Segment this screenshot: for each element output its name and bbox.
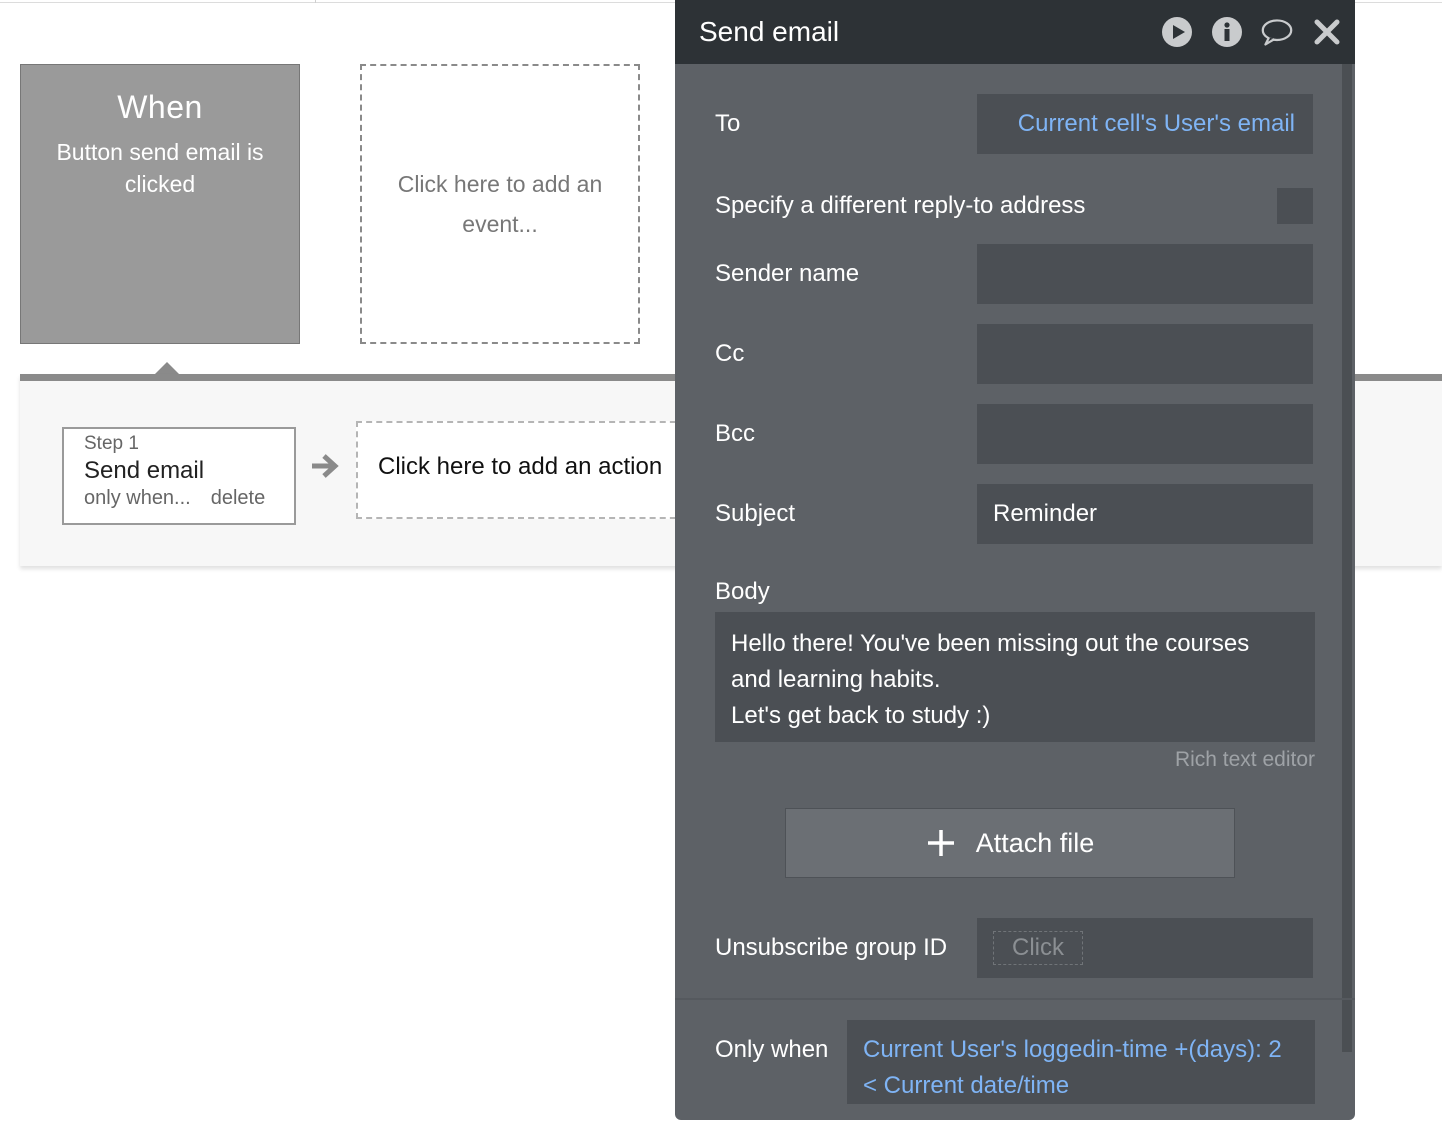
step-name: Send email (84, 457, 205, 484)
sender-name-label: Sender name (715, 260, 860, 287)
bcc-field[interactable] (977, 404, 1313, 464)
arrow-right-icon (312, 454, 339, 478)
add-event-button[interactable]: Click here to add an event... (360, 64, 640, 344)
only-when-line: Current User's loggedin-time +(days): 2 (863, 1036, 1282, 1063)
subject-value: Reminder (993, 500, 1098, 527)
step-delete-link[interactable]: delete (211, 487, 266, 510)
step-card[interactable]: Step 1 Send email only when... delete (62, 427, 296, 525)
event-card[interactable]: When Button send email is clicked (20, 64, 300, 344)
action-property-panel: Send email To Current cell's User's emai… (675, 0, 1355, 1120)
body-line: Hello there! You've been missing out the… (731, 630, 1250, 657)
subject-field[interactable]: Reminder (977, 484, 1313, 544)
to-value: Current cell's User's email (1017, 110, 1295, 137)
comment-icon[interactable] (1261, 16, 1293, 48)
panel-scrollbar[interactable] (1342, 64, 1352, 1052)
step-number: Step 1 (84, 433, 139, 454)
plus-icon (926, 828, 956, 858)
unsubscribe-label: Unsubscribe group ID (715, 934, 948, 961)
rich-text-editor-link[interactable]: Rich text editor (715, 748, 1315, 772)
to-label: To (715, 110, 741, 137)
reply-to-row: Specify a different reply-to address (715, 186, 1315, 226)
add-action-label: Click here to add an action (378, 453, 663, 480)
body-line: Let's get back to study :) (731, 702, 991, 729)
unsubscribe-field[interactable]: Click (977, 918, 1313, 978)
to-field[interactable]: Current cell's User's email (977, 94, 1313, 154)
body-editor[interactable]: Hello there! You've been missing out the… (715, 612, 1315, 742)
attach-file-button[interactable]: Attach file (785, 808, 1235, 878)
body-line: and learning habits. (731, 666, 941, 693)
unsubscribe-placeholder[interactable]: Click (993, 931, 1083, 965)
add-action-button[interactable]: Click here to add an action (356, 421, 686, 519)
close-icon[interactable] (1311, 16, 1343, 48)
panel-title: Send email (699, 16, 840, 47)
subject-label: Subject (715, 500, 796, 527)
workflow-canvas: When Button send email is clicked Click … (0, 0, 1442, 1138)
panel-header: Send email (675, 0, 1355, 64)
event-heading: When (117, 89, 203, 125)
add-event-label: Click here to add an event... (397, 171, 603, 237)
reply-to-checkbox[interactable] (1277, 188, 1313, 224)
step-condition-link[interactable]: only when... (84, 487, 191, 510)
body-label: Body (715, 578, 770, 605)
attach-file-label: Attach file (975, 827, 1095, 858)
sender-name-field[interactable] (977, 244, 1313, 304)
event-description: Button send email is clicked (56, 139, 264, 197)
section-divider (675, 998, 1355, 1000)
only-when-field[interactable]: Current User's loggedin-time +(days): 2 … (847, 1020, 1315, 1104)
cc-field[interactable] (977, 324, 1313, 384)
bcc-label: Bcc (715, 420, 756, 447)
play-icon[interactable] (1161, 16, 1193, 48)
info-icon[interactable] (1211, 16, 1243, 48)
reply-to-label: Specify a different reply-to address (715, 192, 1086, 219)
only-when-label: Only when (715, 1036, 829, 1063)
only-when-line: < Current date/time (863, 1072, 1070, 1099)
cc-label: Cc (715, 340, 745, 367)
